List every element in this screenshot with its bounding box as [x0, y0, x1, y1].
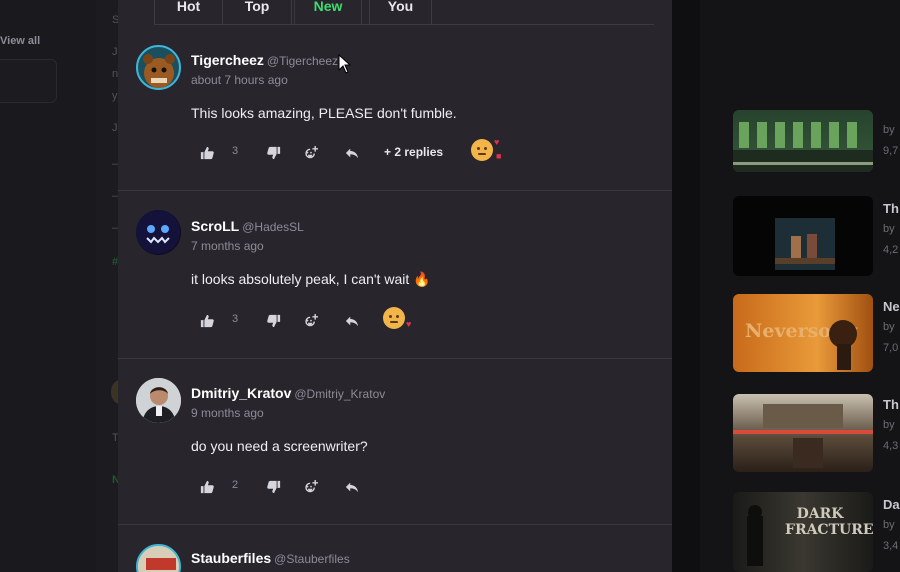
comment-username[interactable]: ScroLL @HadesSL	[191, 218, 304, 234]
game-meta-4: Th by 4,3	[883, 397, 899, 452]
comment-divider	[118, 190, 672, 191]
reply-icon	[345, 482, 359, 493]
heart-icon: ■	[496, 151, 502, 161]
comments-panel: Hot Top New You Tigercheez @Tigercheez ab…	[118, 0, 672, 572]
reply-button[interactable]	[345, 143, 359, 163]
thumbs-down-icon	[267, 480, 281, 494]
like-count: 3	[232, 145, 239, 157]
comment-handle: @Stauberfiles	[274, 552, 350, 566]
game-thumbnail-1[interactable]	[733, 110, 873, 172]
comment-handle: @Tigercheez	[266, 54, 338, 68]
comment-divider	[118, 358, 672, 359]
tab-you[interactable]: You	[369, 0, 432, 25]
tab-new[interactable]: New	[294, 0, 362, 25]
comment-actions: 2	[200, 477, 640, 497]
sort-tabs: Hot Top New You	[154, 0, 654, 25]
heart-icon: ♥	[494, 137, 500, 147]
thumbs-down-icon	[267, 314, 281, 328]
emoji-face-icon	[471, 139, 493, 161]
comment-actions: 3 + 2 replies ♥ ■	[200, 137, 640, 163]
reaction-badge[interactable]: ♥ ■	[471, 137, 501, 165]
tab-top[interactable]: Top	[222, 0, 292, 25]
add-reaction-icon	[305, 146, 318, 159]
add-reaction-button[interactable]	[304, 477, 318, 497]
cursor-icon	[338, 54, 352, 74]
comment-timestamp: about 7 hours ago	[191, 73, 288, 87]
background-card	[0, 59, 57, 103]
like-button[interactable]	[200, 477, 214, 497]
view-replies-button[interactable]: + 2 replies	[384, 145, 443, 159]
game-meta-5: Da by 3,4	[883, 497, 900, 552]
view-all-link[interactable]: View all	[0, 35, 40, 47]
add-reaction-button[interactable]	[304, 311, 318, 331]
dislike-button[interactable]	[267, 311, 281, 331]
add-reaction-button[interactable]	[304, 143, 318, 163]
thumbs-down-icon	[267, 146, 281, 160]
like-button[interactable]	[200, 143, 214, 163]
comment-timestamp: 9 months ago	[191, 406, 264, 420]
game-meta-3: Ne by 7,0	[883, 299, 900, 354]
thumbs-up-icon	[200, 146, 214, 160]
related-games-sidebar: Neversong DARK FRACTURE by 9,7 Th by 4,2 Ne…	[672, 0, 900, 572]
add-reaction-icon	[305, 480, 318, 493]
reply-button[interactable]	[345, 477, 359, 497]
comment-timestamp: 7 months ago	[191, 239, 264, 253]
avatar[interactable]	[136, 378, 181, 423]
game-thumbnail-5[interactable]: DARK FRACTURE	[733, 492, 873, 572]
comment-actions: 3 ♥	[200, 307, 640, 331]
emoji-face-icon	[383, 307, 405, 329]
tab-hot[interactable]: Hot	[154, 0, 223, 25]
like-button[interactable]	[200, 311, 214, 331]
dislike-button[interactable]	[267, 143, 281, 163]
background-text-strip: S J n y J – – – # T N	[96, 0, 129, 572]
dislike-button[interactable]	[267, 477, 281, 497]
comment-username[interactable]: Dmitriy_Kratov @Dmitriy_Kratov	[191, 385, 385, 401]
reply-button[interactable]	[345, 311, 359, 331]
avatar[interactable]	[136, 210, 181, 255]
like-count: 2	[232, 479, 239, 491]
comment-username[interactable]: Tigercheez @Tigercheez	[191, 52, 338, 68]
thumbs-up-icon	[200, 314, 214, 328]
add-reaction-icon	[305, 314, 318, 327]
game-thumbnail-4[interactable]	[733, 394, 873, 472]
like-count: 3	[232, 313, 239, 325]
comment-divider	[118, 524, 672, 525]
thumbs-up-icon	[200, 480, 214, 494]
comment-text: do you need a screenwriter?	[191, 438, 368, 454]
game-thumbnail-2[interactable]	[733, 196, 873, 276]
comment-handle: @HadesSL	[242, 220, 304, 234]
comment-handle: @Dmitriy_Kratov	[294, 387, 386, 401]
heart-icon: ♥	[406, 319, 412, 329]
reaction-badge[interactable]: ♥	[383, 307, 412, 333]
reply-icon	[345, 316, 359, 327]
comment-text: it looks absolutely peak, I can't wait 🔥	[191, 271, 431, 287]
comment-text: This looks amazing, PLEASE don't fumble.	[191, 105, 457, 121]
reply-icon	[345, 148, 359, 159]
avatar[interactable]	[136, 45, 181, 90]
game-meta-2: Th by 4,2	[883, 201, 899, 256]
game-thumbnail-3[interactable]: Neversong	[733, 294, 873, 372]
game-meta-1: by 9,7	[883, 124, 899, 157]
comment-username[interactable]: Stauberfiles @Stauberfiles	[191, 550, 350, 566]
avatar[interactable]	[136, 544, 181, 572]
